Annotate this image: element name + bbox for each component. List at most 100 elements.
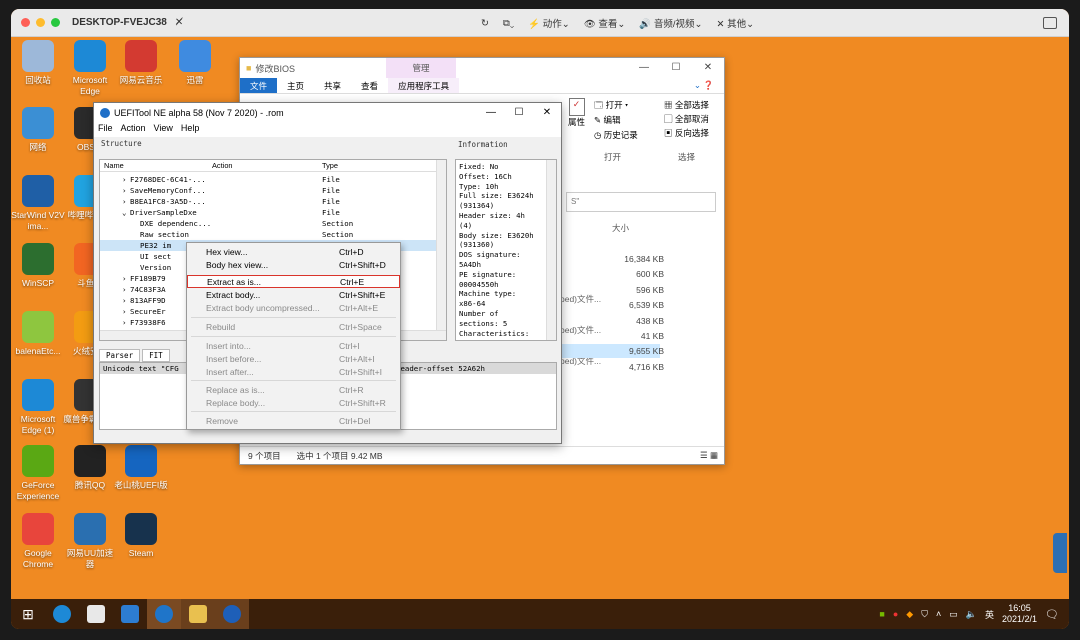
taskbar-teamviewer[interactable] [147,599,181,629]
desktop-icon[interactable]: WinSCP [11,243,65,289]
menu-file[interactable]: File [98,123,113,137]
nvidia-icon[interactable]: ■ [879,609,884,619]
open-button[interactable]: 🗔 打开 ▾ [594,98,638,113]
side-panel-handle[interactable] [1053,533,1067,573]
volume-icon[interactable]: 🔈 [966,609,977,620]
toolbar-av[interactable]: 🔊 音频/视频⌄ [639,16,702,30]
tree-row[interactable]: › B8EA1FC8-3A5D-... File [100,196,436,207]
menu-help[interactable]: Help [181,123,200,137]
copy-icon[interactable]: ⧉⌄ [503,18,514,29]
select-all-button[interactable]: ▦ 全部选择 [664,98,709,112]
desktop-icon[interactable]: StarWind V2V ima... [11,175,65,232]
expand-arrow-icon[interactable]: › [122,317,126,328]
tree-row[interactable]: › SaveMemoryConf... File [100,185,436,196]
context-menu-item[interactable]: Extract as is... Ctrl+E [187,275,400,288]
expand-arrow-icon[interactable]: › [122,306,126,317]
menu-action[interactable]: Action [121,123,146,137]
menu-view[interactable]: View [154,123,173,137]
toolbar-view[interactable]: 👁 查看⌄ [584,16,626,30]
desktop-icon[interactable]: Microsoft Edge [63,40,117,97]
expand-arrow-icon[interactable]: › [122,295,126,306]
select-none-button[interactable]: ▢ 全部取消 [664,112,709,126]
minimize-button[interactable]: — [628,58,660,78]
expand-arrow-icon[interactable]: › [122,284,126,295]
taskbar-explorer[interactable] [181,599,215,629]
fullscreen-icon[interactable] [1043,17,1057,29]
invert-selection-button[interactable]: ▣ 反向选择 [664,126,709,140]
desktop-icon[interactable]: 网易云音乐 [114,40,168,86]
size-column-header[interactable]: 大小 [612,222,629,234]
details-view-icon[interactable]: ☰ ▦ [700,450,718,461]
tree-scrollbar[interactable] [436,160,446,340]
taskbar-mail[interactable] [113,599,147,629]
tree-row[interactable]: › F2768DEC-6C41-... File [100,174,436,185]
maximize-button[interactable]: ☐ [505,103,533,123]
desktop-icon[interactable]: 老山桃UEFI版 [114,445,168,491]
context-menu-item[interactable]: Body hex view... Ctrl+Shift+D [187,259,400,272]
column-name[interactable]: Name [104,161,124,170]
history-button[interactable]: ◷ 历史记录 [594,128,638,143]
close-dot[interactable] [21,18,30,27]
taskbar-edge[interactable] [45,599,79,629]
minimize-button[interactable]: — [477,103,505,123]
properties-button[interactable]: ✓ 属性 [568,98,585,128]
shield-icon[interactable]: ⛉ [921,609,928,620]
tab-file[interactable]: 文件 [240,78,278,93]
expand-arrow-icon[interactable]: ⌄ [122,207,126,218]
close-button[interactable]: ✕ [692,58,724,78]
ime-indicator[interactable]: 英 [985,608,994,621]
column-type[interactable]: Type [322,161,338,170]
app-icon [22,311,54,343]
desktop-icon[interactable]: 回收站 [11,40,65,86]
desktop-icon[interactable]: Microsoft Edge (1) [11,379,65,436]
clock[interactable]: 16:05 2021/2/1 [1002,603,1037,625]
search-box[interactable]: S" [566,192,716,212]
desktop-icon[interactable]: Steam [114,513,168,559]
taskbar-uefitool[interactable] [215,599,249,629]
toolbar-other[interactable]: ✕ 其他⌄ [716,16,754,30]
zoom-dot[interactable] [51,18,60,27]
edit-button[interactable]: ✎ 编辑 [594,113,638,128]
desktop-icon[interactable]: 迅雷 [168,40,222,86]
tree-row[interactable]: ⌄ DriverSampleDxe File [100,207,436,218]
tab-parser[interactable]: Parser [99,349,141,362]
info-scrollbar[interactable] [546,160,556,340]
desktop-icon[interactable]: 网易UU加速器 [63,513,117,570]
maximize-button[interactable]: ☐ [660,58,692,78]
tab-view[interactable]: 查看 [351,78,388,93]
expand-arrow-icon[interactable]: › [122,185,126,196]
desktop-icon[interactable]: Google Chrome [11,513,65,570]
close-button[interactable]: ✕ [533,103,561,123]
tab-app-tools[interactable]: 应用程序工具 [388,78,460,93]
start-button[interactable]: ⊞ [11,599,45,629]
manage-tab-label[interactable]: 管理 [386,58,456,78]
tab-home[interactable]: 主页 [277,78,314,93]
tree-row[interactable]: Raw section Section [100,229,436,240]
minimize-dot[interactable] [36,18,45,27]
taskbar-store[interactable] [79,599,113,629]
expand-arrow-icon[interactable]: › [122,174,126,185]
huorong-tray-icon[interactable]: ◆ [906,609,913,620]
context-menu-item[interactable]: Hex view... Ctrl+D [187,246,400,259]
column-action[interactable]: Action [212,161,233,170]
help-icon[interactable]: ⌄ ❓ [684,78,724,93]
chevron-up-icon[interactable]: ˄ [936,609,941,619]
invert-label: 反向选择 [674,128,709,138]
tab-fit[interactable]: FIT [142,349,170,362]
app-icon [125,513,157,545]
expand-arrow-icon[interactable]: › [122,273,126,284]
desktop-icon[interactable]: GeForce Experience [11,445,65,502]
context-menu-item[interactable]: Extract body... Ctrl+Shift+E [187,289,400,302]
toolbar-action[interactable]: ⚡ 动作⌄ [528,16,569,30]
connection-icon[interactable]: ✕̸ [175,17,183,28]
tree-row[interactable]: DXE dependenc... Section [100,218,436,229]
desktop-icon[interactable]: 网络 [11,107,65,153]
desktop-icon[interactable]: 腾讯QQ [63,445,117,491]
tab-share[interactable]: 共享 [314,78,351,93]
desktop-icon[interactable]: balenaEtc... [11,311,65,357]
netease-tray-icon[interactable]: ● [893,609,898,619]
network-icon[interactable]: ▭ [949,609,958,620]
expand-arrow-icon[interactable]: › [122,196,126,207]
refresh-icon[interactable]: ↻ [481,18,489,29]
notification-icon[interactable]: 🗨 [1045,608,1059,621]
